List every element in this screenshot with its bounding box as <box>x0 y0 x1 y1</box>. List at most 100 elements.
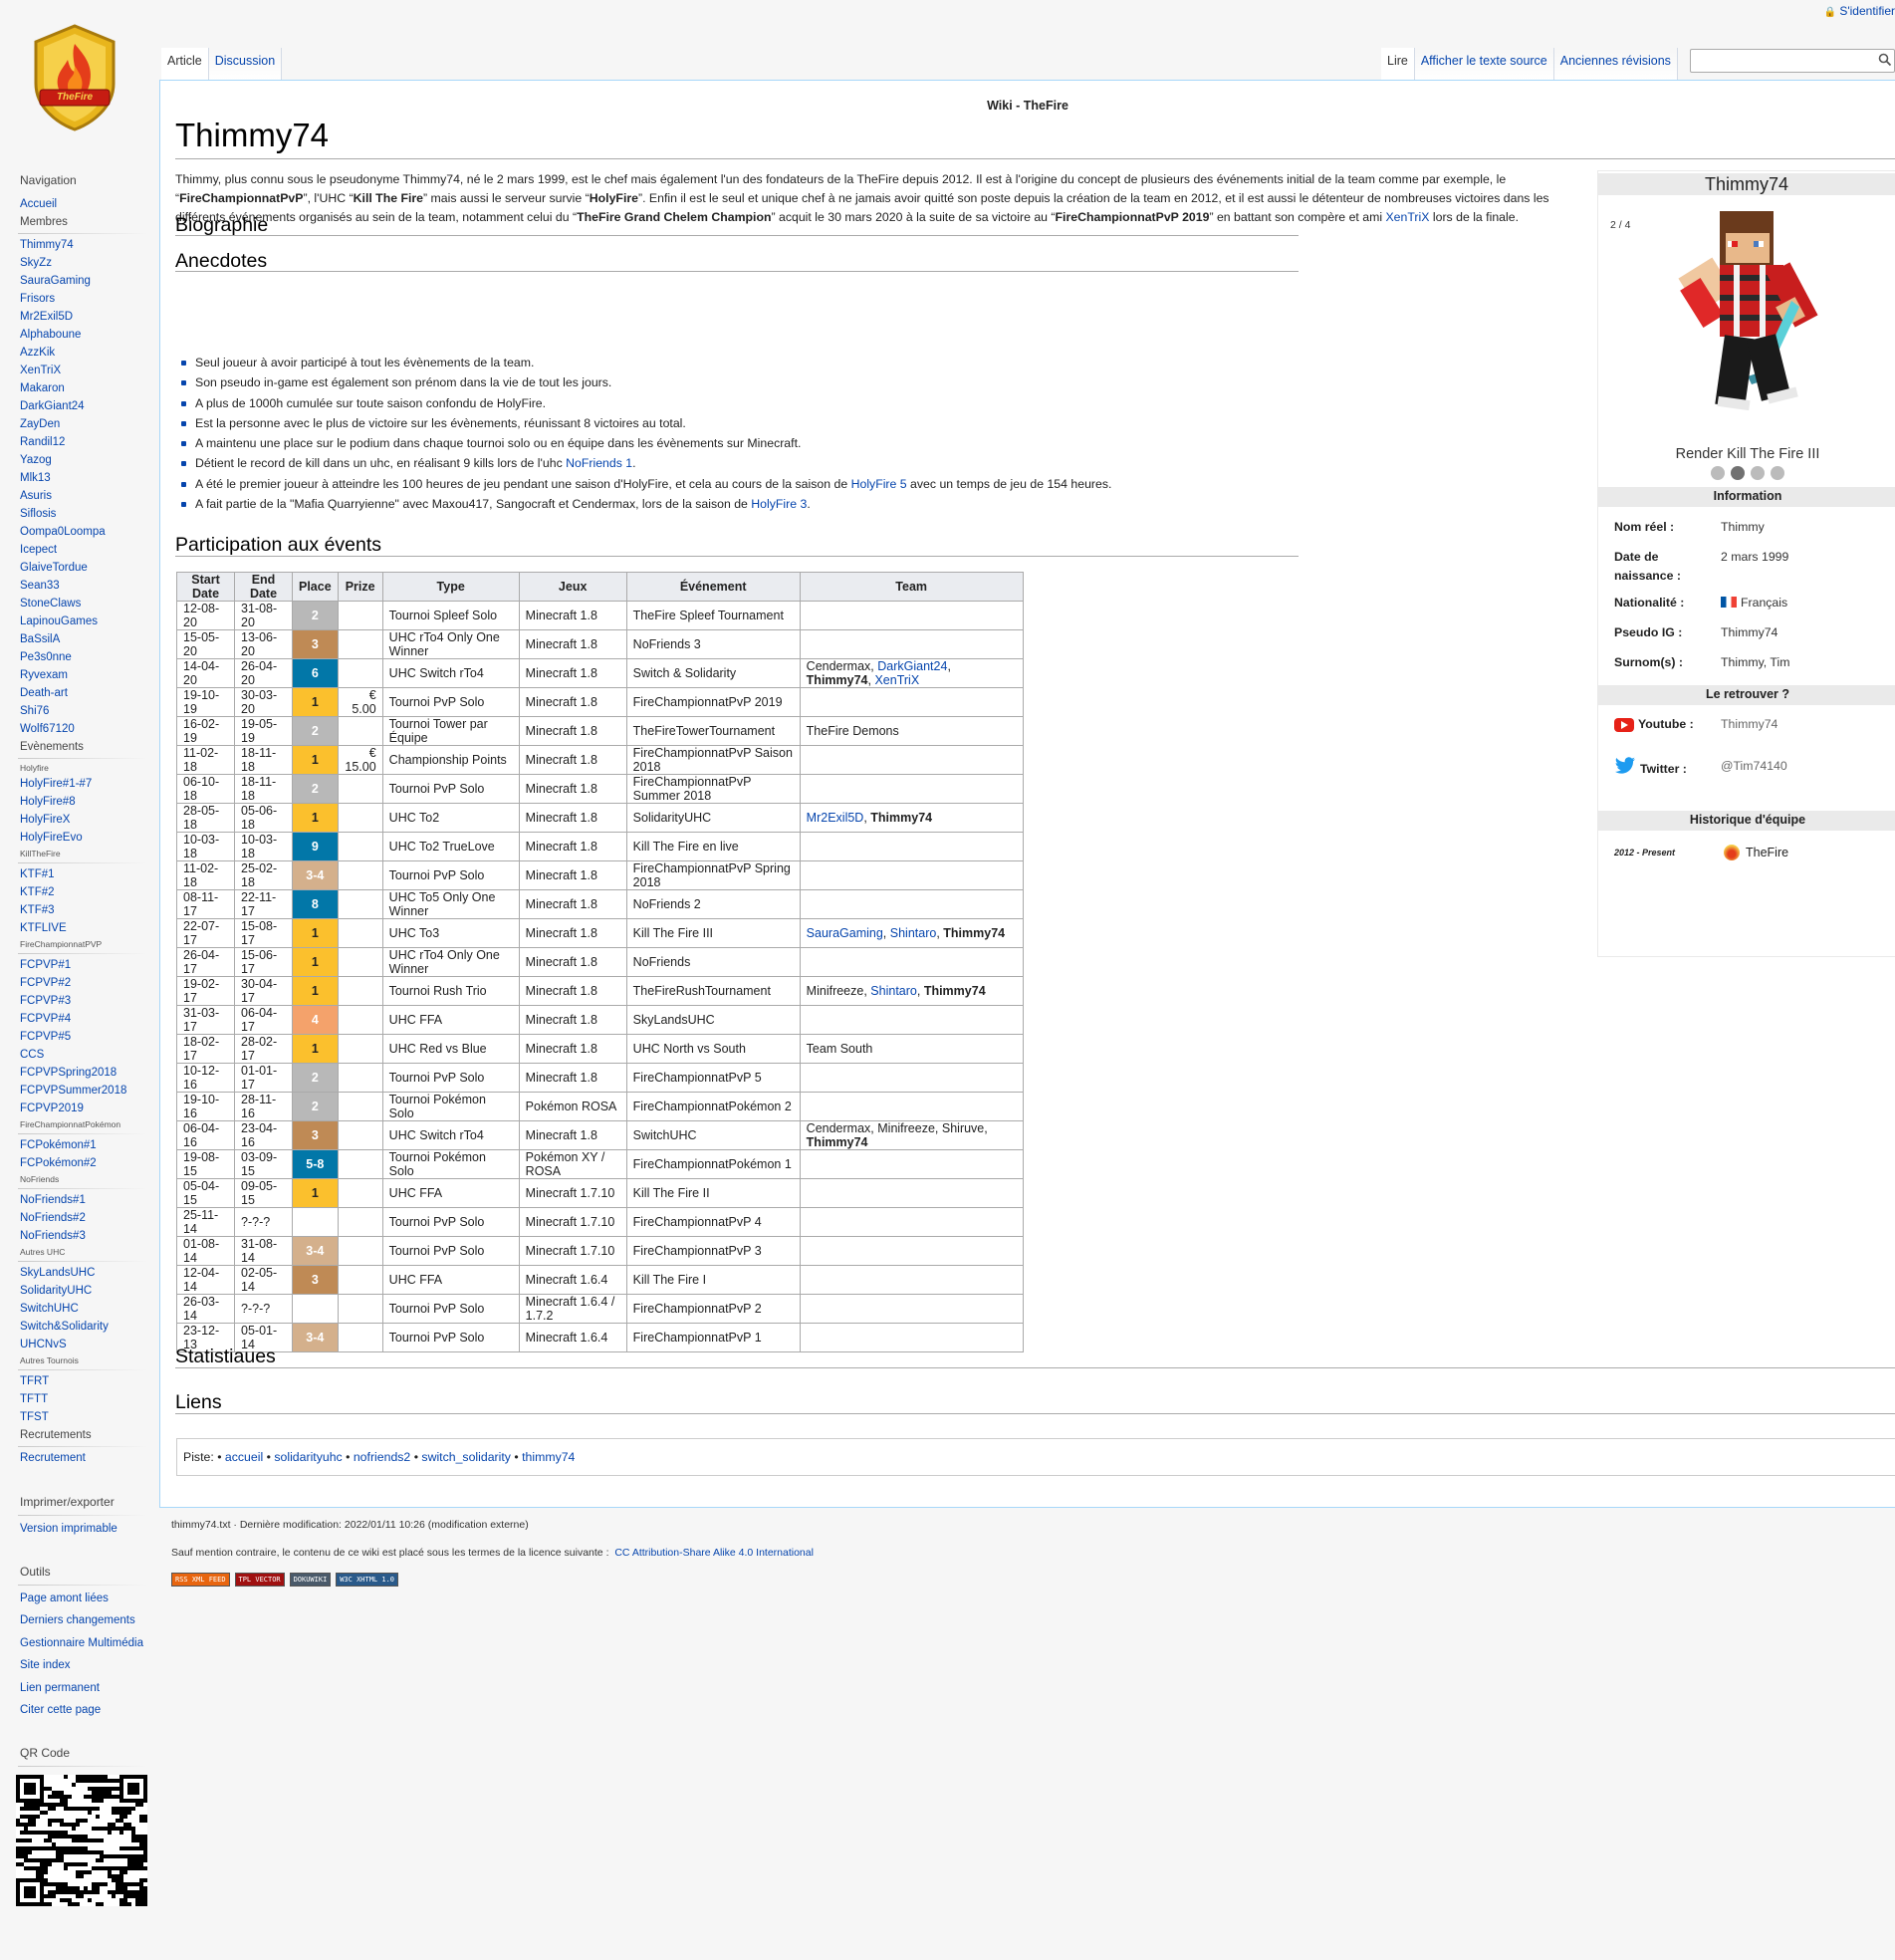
anecdote-link[interactable]: NoFriends 1 <box>566 456 632 470</box>
sidebar-item-alphaboune[interactable]: Alphaboune <box>20 326 159 344</box>
sidebar-item-tfst[interactable]: TFST <box>20 1408 159 1426</box>
sidebar-item-tfrt[interactable]: TFRT <box>20 1372 159 1390</box>
sidebar-item-sauragaming[interactable]: SauraGaming <box>20 272 159 290</box>
sidebar-item-thimmy74[interactable]: Thimmy74 <box>20 236 159 254</box>
sidebar-item-icepect[interactable]: Icepect <box>20 541 159 559</box>
sidebar-item-fcpvp-4[interactable]: FCPVP#4 <box>20 1010 159 1028</box>
tag-link[interactable]: accueil <box>225 1450 263 1464</box>
sidebar-item-xentrix[interactable]: XenTriX <box>20 362 159 379</box>
badge-vector[interactable]: TPL VECTOR <box>234 1573 285 1587</box>
column-header-type[interactable]: Type <box>381 572 520 602</box>
sidebar-item-yazog[interactable]: Yazog <box>20 451 159 469</box>
column-header-prize[interactable]: Prize <box>337 572 383 602</box>
site-logo[interactable]: TheFire <box>30 22 129 141</box>
sidebar-item-lapinougames[interactable]: LapinouGames <box>20 612 159 630</box>
sidebar-item-fcpvpsummer2018[interactable]: FCPVPSummer2018 <box>20 1082 159 1100</box>
sidebar-item-stoneclaws[interactable]: StoneClaws <box>20 595 159 612</box>
sidebar-item-ktflive[interactable]: KTFLIVE <box>20 919 159 937</box>
sidebar-item-glaivetordue[interactable]: GlaiveTordue <box>20 559 159 577</box>
slide-dot[interactable] <box>1751 466 1765 480</box>
sidebar-item-holyfireevo[interactable]: HolyFireEvo <box>20 829 159 847</box>
print-version-link[interactable]: Version imprimable <box>20 1518 159 1541</box>
sidebar-item-tftt[interactable]: TFTT <box>20 1390 159 1408</box>
anecdote-link[interactable]: HolyFire 3 <box>751 497 807 511</box>
sidebar-item-fcpok-mon-2[interactable]: FCPokémon#2 <box>20 1154 159 1172</box>
sidebar-item-bassila[interactable]: BaSsilA <box>20 630 159 648</box>
badge-w3c[interactable]: W3C XHTML 1.0 <box>336 1573 399 1587</box>
tool-link-lien-permanent[interactable]: Lien permanent <box>20 1677 159 1700</box>
sidebar-item-fcpvp-5[interactable]: FCPVP#5 <box>20 1028 159 1046</box>
sidebar-item-pe3s0nne[interactable]: Pe3s0nne <box>20 648 159 666</box>
sidebar-item-siflosis[interactable]: Siflosis <box>20 505 159 523</box>
team-member-link[interactable]: Shintaro <box>870 984 917 998</box>
search-input[interactable] <box>1694 51 1873 71</box>
sidebar-item-ryvexam[interactable]: Ryvexam <box>20 666 159 684</box>
sidebar-item-holyfire-1-7[interactable]: HolyFire#1-#7 <box>20 775 159 793</box>
sidebar-item-recrutement[interactable]: Recrutement <box>20 1449 159 1467</box>
sidebar-item-randil12[interactable]: Randil12 <box>20 433 159 451</box>
column-header-place[interactable]: Place <box>292 572 339 602</box>
tab-history[interactable]: Anciennes révisions <box>1553 48 1678 80</box>
sidebar-item-fcpvp2019[interactable]: FCPVP2019 <box>20 1100 159 1117</box>
slide-dot[interactable] <box>1711 466 1725 480</box>
sidebar-item-death-art[interactable]: Death-art <box>20 684 159 702</box>
sidebar-item-wolf67120[interactable]: Wolf67120 <box>20 720 159 738</box>
sidebar-item-holyfire-8[interactable]: HolyFire#8 <box>20 793 159 811</box>
tool-link-gestionnaire-multim-dia[interactable]: Gestionnaire Multimédia <box>20 1632 159 1655</box>
team-member-link[interactable]: Shintaro <box>890 926 937 940</box>
sidebar-item-skylandsuhc[interactable]: SkyLandsUHC <box>20 1264 159 1282</box>
sidebar-item-azzkik[interactable]: AzzKik <box>20 344 159 362</box>
sidebar-item-skyzz[interactable]: SkyZz <box>20 254 159 272</box>
login-link[interactable]: S'identifier <box>1839 4 1895 18</box>
tool-link-citer-cette-page[interactable]: Citer cette page <box>20 1699 159 1722</box>
sidebar-item-mlk13[interactable]: Mlk13 <box>20 469 159 487</box>
column-header-start-date[interactable]: Start Date <box>176 572 235 602</box>
tag-link[interactable]: switch_solidarity <box>421 1450 511 1464</box>
sidebar-item-mr2exil5d[interactable]: Mr2Exil5D <box>20 308 159 326</box>
team-member-link[interactable]: DarkGiant24 <box>877 659 947 673</box>
sidebar-item-switchuhc[interactable]: SwitchUHC <box>20 1300 159 1318</box>
sidebar-item-ktf-1[interactable]: KTF#1 <box>20 865 159 883</box>
tag-link[interactable]: nofriends2 <box>354 1450 410 1464</box>
column-header-team[interactable]: Team <box>799 572 1024 602</box>
tag-link[interactable]: thimmy74 <box>522 1450 575 1464</box>
render-image[interactable] <box>1668 209 1837 438</box>
sidebar-item-nofriends-2[interactable]: NoFriends#2 <box>20 1209 159 1227</box>
sidebar-item-asuris[interactable]: Asuris <box>20 487 159 505</box>
anecdote-link[interactable]: HolyFire 5 <box>851 477 907 491</box>
badge-dokuwiki[interactable]: DOKUWIKI <box>289 1573 332 1587</box>
sidebar-item-fcpok-mon-1[interactable]: FCPokémon#1 <box>20 1136 159 1154</box>
sidebar-item-ccs[interactable]: CCS <box>20 1046 159 1064</box>
sidebar-item-solidarityuhc[interactable]: SolidarityUHC <box>20 1282 159 1300</box>
sidebar-item-zayden[interactable]: ZayDen <box>20 415 159 433</box>
team-member-link[interactable]: Mr2Exil5D <box>807 811 864 825</box>
slide-dot-active[interactable] <box>1731 466 1745 480</box>
team-member-link[interactable]: XenTriX <box>874 673 919 687</box>
sidebar-item-nofriends-3[interactable]: NoFriends#3 <box>20 1227 159 1245</box>
tab-article[interactable]: Article <box>161 48 209 80</box>
slide-dot[interactable] <box>1771 466 1784 480</box>
tab-view-source[interactable]: Afficher le texte source <box>1414 48 1554 80</box>
sidebar-item-shi76[interactable]: Shi76 <box>20 702 159 720</box>
sidebar-item-sean33[interactable]: Sean33 <box>20 577 159 595</box>
sidebar-item-fcpvp-2[interactable]: FCPVP#2 <box>20 974 159 992</box>
sidebar-item-ktf-3[interactable]: KTF#3 <box>20 901 159 919</box>
sidebar-item-oompa0loompa[interactable]: Oompa0Loompa <box>20 523 159 541</box>
sidebar-item-uhcnvs[interactable]: UHCNvS <box>20 1336 159 1353</box>
team-member-link[interactable]: SauraGaming <box>807 926 883 940</box>
sidebar-item-switch-solidarity[interactable]: Switch&Solidarity <box>20 1318 159 1336</box>
sidebar-item-darkgiant24[interactable]: DarkGiant24 <box>20 397 159 415</box>
license-link[interactable]: CC Attribution-Share Alike 4.0 Internati… <box>614 1547 814 1559</box>
intro-link-xentrix[interactable]: XenTriX <box>1385 210 1429 224</box>
sidebar-item-makaron[interactable]: Makaron <box>20 379 159 397</box>
sidebar-item-fcpvp-1[interactable]: FCPVP#1 <box>20 956 159 974</box>
tag-link[interactable]: solidarityuhc <box>274 1450 342 1464</box>
sidebar-item-holyfirex[interactable]: HolyFireX <box>20 811 159 829</box>
sidebar-item-frisors[interactable]: Frisors <box>20 290 159 308</box>
sidebar-item-ktf-2[interactable]: KTF#2 <box>20 883 159 901</box>
youtube-link[interactable]: Thimmy74 <box>1721 715 1777 734</box>
column-header-v-nement[interactable]: Événement <box>625 572 801 602</box>
twitter-link[interactable]: @Tim74140 <box>1721 757 1787 781</box>
sidebar-item-fcpvpspring2018[interactable]: FCPVPSpring2018 <box>20 1064 159 1082</box>
tool-link-page-amont-li-es[interactable]: Page amont liées <box>20 1588 159 1610</box>
